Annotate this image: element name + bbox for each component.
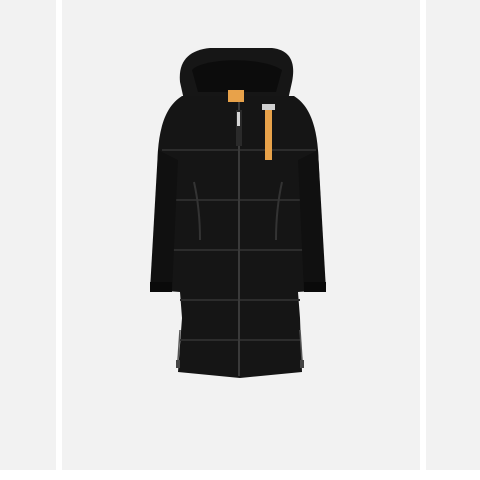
product-gallery [0, 0, 480, 480]
jacket-illustration [150, 48, 326, 378]
product-image[interactable] [62, 0, 420, 470]
previous-image-panel[interactable] [0, 0, 56, 470]
next-image-panel[interactable] [426, 0, 480, 470]
